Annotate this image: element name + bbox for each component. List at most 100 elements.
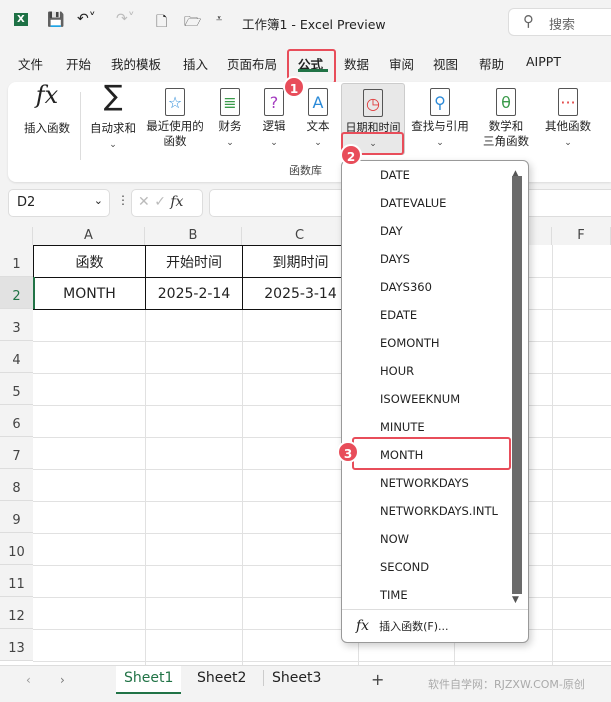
save-icon[interactable]: 💾 <box>47 12 64 28</box>
watermark: 软件自学网：RJZXW.COM-原创 <box>428 678 585 691</box>
divider <box>342 609 528 610</box>
insert-function-menu-item[interactable]: fx 插入函数(F)... <box>356 618 448 634</box>
column-header-F[interactable]: F <box>552 227 611 245</box>
add-sheet-icon[interactable]: + <box>371 670 384 689</box>
function-item-datevalue[interactable]: DATEVALUE <box>380 196 446 210</box>
sheet-tab-3[interactable]: Sheet3 <box>263 670 329 686</box>
autosum-button[interactable]: ∑ 自动求和 ⌄ <box>86 82 140 153</box>
row-header-5[interactable]: 5 <box>0 373 33 405</box>
chevron-down-icon: ⌄ <box>270 138 278 148</box>
row-header-6[interactable]: 6 <box>0 405 33 437</box>
search-icon: ⚲ <box>523 12 534 30</box>
window-title: 工作簿1 - Excel Preview <box>242 17 386 32</box>
open-folder-icon[interactable]: 🗁 <box>184 11 201 35</box>
active-cell-indicator <box>33 277 35 309</box>
sheet-tab-2[interactable]: Sheet2 <box>189 670 254 686</box>
function-item-networkdays[interactable]: NETWORKDAYS <box>380 476 469 490</box>
function-item-isoweeknum[interactable]: ISOWEEKNUM <box>380 392 460 406</box>
tab-10[interactable]: AIPPT <box>526 54 561 69</box>
select-all-corner[interactable] <box>0 227 33 245</box>
row-header-13[interactable]: 13 <box>0 629 33 661</box>
function-item-days[interactable]: DAYS <box>380 252 410 266</box>
function-item-now[interactable]: NOW <box>380 532 409 546</box>
tab-2[interactable]: 我的模板 <box>111 54 161 73</box>
dots-book-icon: ··· <box>558 88 578 116</box>
row-header-3[interactable]: 3 <box>0 309 33 341</box>
column-header-A[interactable]: A <box>33 227 145 245</box>
financial-button[interactable]: ≣ 财务 ⌄ <box>210 82 250 151</box>
label: 财务 <box>218 119 242 133</box>
row-header-8[interactable]: 8 <box>0 469 33 501</box>
label: 文本 <box>306 119 330 133</box>
row-header-11[interactable]: 11 <box>0 565 33 597</box>
name-box[interactable]: D2 ⌄ <box>8 189 110 217</box>
chevron-down-icon: ⌄ <box>436 138 444 148</box>
function-item-days360[interactable]: DAYS360 <box>380 280 432 294</box>
label: 数学和 三角函数 <box>483 119 529 148</box>
formula-buttons: ✕ ✓ fx <box>131 189 203 217</box>
cell-B2[interactable]: 2025-2-14 <box>145 277 243 310</box>
cell-A1[interactable]: 函数 <box>33 245 146 278</box>
text-button[interactable]: A 文本 ⌄ <box>298 82 338 151</box>
customize-qat-icon[interactable]: ⩡ <box>216 12 222 26</box>
fx-icon[interactable]: fx <box>170 194 183 210</box>
chevron-down-icon: ⌄ <box>93 194 103 207</box>
function-item-time[interactable]: TIME <box>380 588 408 602</box>
group-label: 函数库 <box>289 164 322 177</box>
row-header-7[interactable]: 7 <box>0 437 33 469</box>
sigma-icon: ∑ <box>103 79 123 112</box>
scroll-down-icon[interactable]: ▼ <box>512 595 519 605</box>
redo-icon[interactable]: ↷˅ <box>116 11 135 27</box>
recently-used-button[interactable]: ☆ 最近使用的 函数 <box>140 82 210 149</box>
star-book-icon: ☆ <box>165 88 185 116</box>
magnifier-book-icon: ⚲ <box>430 88 450 116</box>
row-header-4[interactable]: 4 <box>0 341 33 373</box>
chevron-down-icon: ⌄ <box>564 138 572 148</box>
row-header-2[interactable]: 2 <box>0 277 33 309</box>
function-item-minute[interactable]: MINUTE <box>380 420 425 434</box>
tab-4[interactable]: 页面布局 <box>227 54 277 73</box>
row-header-12[interactable]: 12 <box>0 597 33 629</box>
name-box-value: D2 <box>17 195 36 210</box>
tab-7[interactable]: 审阅 <box>389 54 414 73</box>
step-badge-3: 3 <box>337 441 359 463</box>
function-item-date[interactable]: DATE <box>380 168 410 182</box>
function-item-eomonth[interactable]: EOMONTH <box>380 336 440 350</box>
function-item-hour[interactable]: HOUR <box>380 364 414 378</box>
tab-1[interactable]: 开始 <box>66 54 91 73</box>
cell-B1[interactable]: 开始时间 <box>145 245 243 278</box>
lookup-reference-button[interactable]: ⚲ 查找与引用 ⌄ <box>408 82 472 151</box>
tab-9[interactable]: 帮助 <box>479 54 504 73</box>
row-header-10[interactable]: 10 <box>0 533 33 565</box>
tab-3[interactable]: 插入 <box>183 54 208 73</box>
excel-logo-icon: X <box>14 13 28 26</box>
prev-sheet-icon[interactable]: ‹ <box>26 673 31 687</box>
function-item-day[interactable]: DAY <box>380 224 403 238</box>
enter-icon[interactable]: ✓ <box>154 194 166 210</box>
label: 自动求和 <box>90 121 136 135</box>
function-item-second[interactable]: SECOND <box>380 560 429 574</box>
next-sheet-icon[interactable]: › <box>60 673 65 687</box>
sheet-tab-1[interactable]: Sheet1 <box>116 666 182 694</box>
dropdown-scrollbar[interactable] <box>512 176 522 594</box>
row-header-1[interactable]: 1 <box>0 245 33 277</box>
cell-A2[interactable]: MONTH <box>33 277 146 310</box>
column-header-B[interactable]: B <box>145 227 242 245</box>
clock-book-icon: ◷ <box>363 89 383 117</box>
function-item-edate[interactable]: EDATE <box>380 308 417 322</box>
tab-0[interactable]: 文件 <box>18 54 43 73</box>
search-box[interactable]: ⚲ 搜索 <box>508 8 611 36</box>
row-header-9[interactable]: 9 <box>0 501 33 533</box>
tab-6[interactable]: 数据 <box>344 54 369 73</box>
more-options-icon[interactable]: ⋮ <box>117 193 129 207</box>
label: 其他函数 <box>545 119 591 133</box>
insert-function-button[interactable]: fx 插入函数 <box>20 82 74 136</box>
tab-8[interactable]: 视图 <box>433 54 458 73</box>
function-item-networkdays-intl[interactable]: NETWORKDAYS.INTL <box>380 504 498 518</box>
undo-icon[interactable]: ↶˅ <box>77 11 96 27</box>
new-file-icon[interactable]: 🗋 <box>156 11 167 35</box>
step-badge-1: 1 <box>283 76 305 98</box>
cancel-icon[interactable]: ✕ <box>138 194 150 210</box>
more-functions-button[interactable]: ··· 其他函数 ⌄ <box>538 82 598 151</box>
math-trig-button[interactable]: θ 数学和 三角函数 <box>474 82 538 149</box>
